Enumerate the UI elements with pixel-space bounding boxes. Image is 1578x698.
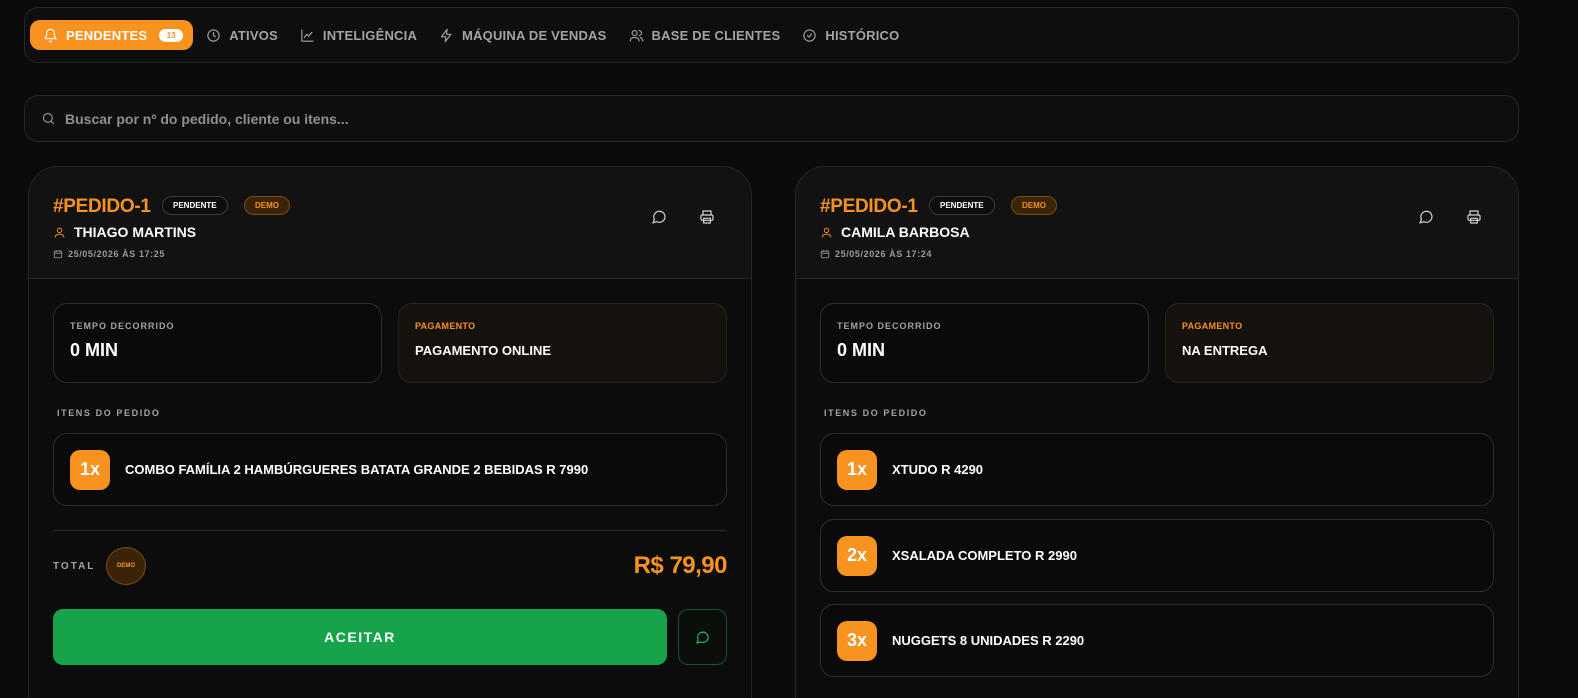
tab-historico[interactable]: HISTÓRICO [791, 20, 910, 50]
calendar-icon [820, 250, 830, 259]
item-name: COMBO FAMÍLIA 2 HAMBÚRGUERES BATATA GRAN… [125, 462, 589, 477]
pending-count-badge: 13 [159, 28, 184, 42]
clock-icon [207, 28, 220, 42]
elapsed-value: 0 MIN [837, 340, 886, 360]
item-quantity: 2x [837, 535, 877, 576]
print-button[interactable] [1464, 207, 1484, 227]
user-icon [54, 227, 65, 237]
total-demo-badge: DEMO [106, 547, 146, 585]
item-quantity: 1x [837, 449, 877, 490]
total-value: R$ 79,90 [633, 552, 728, 579]
status-badge: PENDENTE [162, 196, 228, 215]
order-card-header: #PEDIDO-1 PENDENTE DEMO CAMILA BARBOSA 2… [796, 167, 1518, 279]
payment-label: PAGAMENTO [415, 321, 476, 331]
items-section-label: ITENS DO PEDIDO [57, 408, 161, 418]
items-section-label: ITENS DO PEDIDO [824, 408, 928, 418]
order-id: #PEDIDO-1 [820, 196, 918, 217]
list-item: 2x XSALADA COMPLETO R 2990 [820, 519, 1494, 592]
tab-label: BASE DE CLIENTES [651, 27, 781, 43]
users-icon [629, 29, 643, 42]
order-card: #PEDIDO-1 PENDENTE DEMO CAMILA BARBOSA 2… [795, 166, 1519, 698]
bell-icon [44, 28, 57, 42]
status-badge: PENDENTE [929, 196, 995, 215]
total-label: TOTAL [53, 561, 96, 572]
tab-label: ATIVOS [229, 27, 278, 43]
customer-name: CAMILA BARBOSA [841, 224, 970, 240]
tab-base-de-clientes[interactable]: BASE DE CLIENTES [618, 20, 792, 50]
order-datetime-row: 25/05/2026 ÀS 17:25 [53, 249, 165, 259]
tab-ativos[interactable]: ATIVOS [195, 20, 289, 50]
elapsed-label: TEMPO DECORRIDO [70, 321, 175, 331]
user-icon [821, 227, 832, 237]
payment-value: PAGAMENTO ONLINE [415, 343, 552, 358]
item-quantity: 3x [837, 620, 877, 661]
search-bar [24, 95, 1519, 142]
line-chart-icon [301, 28, 314, 42]
payment-box: PAGAMENTO PAGAMENTO ONLINE [398, 303, 727, 383]
tab-label: MÁQUINA DE VENDAS [462, 27, 607, 43]
list-item: 1x COMBO FAMÍLIA 2 HAMBÚRGUERES BATATA G… [53, 433, 727, 506]
order-datetime: 25/05/2026 ÀS 17:25 [68, 249, 165, 259]
calendar-icon [53, 250, 63, 259]
elapsed-label: TEMPO DECORRIDO [837, 321, 942, 331]
customer-name: THIAGO MARTINS [74, 224, 197, 240]
elapsed-time-box: TEMPO DECORRIDO 0 MIN [53, 303, 382, 383]
chat-button[interactable] [649, 207, 669, 227]
order-id: #PEDIDO-1 [53, 196, 151, 217]
list-item: 1x XTUDO R 4290 [820, 433, 1494, 506]
whatsapp-icon [696, 631, 709, 644]
item-name: XTUDO R 4290 [892, 462, 984, 477]
tab-inteligencia[interactable]: INTELIGÊNCIA [289, 20, 428, 50]
item-name: XSALADA COMPLETO R 2990 [892, 548, 1077, 563]
demo-badge: DEMO [1011, 196, 1057, 215]
divider [53, 530, 727, 531]
tab-label: HISTÓRICO [825, 27, 900, 43]
demo-badge: DEMO [244, 196, 290, 215]
accept-button[interactable]: ACEITAR [53, 609, 667, 665]
tab-label: PENDENTES [66, 27, 148, 43]
message-circle-icon [1419, 210, 1433, 224]
message-circle-icon [652, 210, 666, 224]
payment-box: PAGAMENTO NA ENTREGA [1165, 303, 1494, 383]
top-navigation: PENDENTES 13 ATIVOS INTELIGÊNCIA MÁQUINA… [24, 7, 1519, 63]
list-item: 3x NUGGETS 8 UNIDADES R 2290 [820, 604, 1494, 677]
tab-pendentes[interactable]: PENDENTES 13 [30, 20, 194, 50]
elapsed-time-box: TEMPO DECORRIDO 0 MIN [820, 303, 1149, 383]
payment-label: PAGAMENTO [1182, 321, 1243, 331]
order-datetime-row: 25/05/2026 ÀS 17:24 [820, 249, 932, 259]
lightning-icon [440, 28, 452, 42]
order-card: #PEDIDO-1 PENDENTE DEMO THIAGO MARTINS 2… [28, 166, 752, 698]
elapsed-value: 0 MIN [70, 340, 119, 360]
customer-name-row: THIAGO MARTINS [53, 224, 196, 240]
payment-value: NA ENTREGA [1182, 343, 1268, 358]
order-card-header: #PEDIDO-1 PENDENTE DEMO THIAGO MARTINS 2… [29, 167, 751, 279]
order-datetime: 25/05/2026 ÀS 17:24 [835, 249, 932, 259]
customer-name-row: CAMILA BARBOSA [820, 224, 970, 240]
check-circle-icon [803, 28, 817, 42]
printer-icon [1467, 210, 1481, 224]
search-input[interactable] [65, 110, 1465, 127]
print-button[interactable] [697, 207, 717, 227]
tab-maquina-de-vendas[interactable]: MÁQUINA DE VENDAS [428, 20, 617, 50]
search-icon [42, 112, 55, 125]
item-name: NUGGETS 8 UNIDADES R 2290 [892, 633, 1085, 648]
tab-label: INTELIGÊNCIA [322, 27, 418, 43]
chat-button[interactable] [1416, 207, 1436, 227]
whatsapp-button[interactable] [678, 609, 727, 665]
item-quantity: 1x [70, 449, 110, 490]
printer-icon [700, 210, 714, 224]
